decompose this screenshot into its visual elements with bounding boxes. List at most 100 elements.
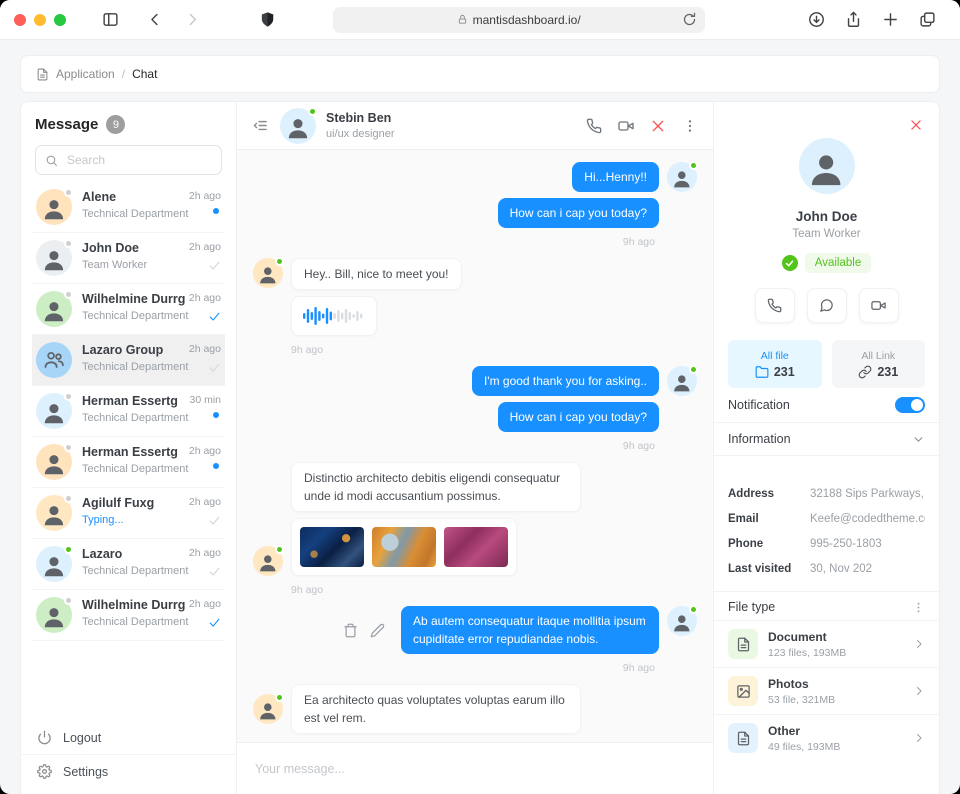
message-bubble: Hi...Henny!! [572,162,659,192]
contact-time: 30 min [189,394,221,406]
browser-window: mantisdashboard.io/ Application / Chat M… [0,0,960,794]
photos-file-icon [728,676,758,706]
video-call-icon[interactable] [618,118,634,134]
detail-value: 32188 Sips Parkways, U.S [810,488,925,500]
sidebar-toggle-icon[interactable] [102,11,119,28]
zoom-window-button[interactable] [54,14,66,26]
breadcrumb-section[interactable]: Application [56,67,115,81]
file-type-menu-icon[interactable] [912,601,925,614]
shared-image[interactable] [372,527,436,567]
contact-row-wilhelmine-durrg-2[interactable]: Wilhelmine Durrg Technical Department 2h… [32,590,225,641]
more-options-icon[interactable] [682,118,698,134]
file-type-document[interactable]: Document 123 files, 193MB [714,620,939,667]
message-button[interactable] [807,288,847,323]
document-icon [36,68,49,81]
contact-role: Technical Department [82,616,179,628]
contact-row-lazaro[interactable]: Lazaro Technical Department 2h ago [32,539,225,590]
all-files-card[interactable]: All file 231 [728,340,822,388]
shared-image[interactable] [444,527,508,567]
contact-time: 2h ago [189,598,221,610]
unread-dot [213,412,219,418]
shared-image[interactable] [300,527,364,567]
close-chat-icon[interactable] [650,118,666,134]
contact-row-agilulf-fuxg[interactable]: Agilulf Fuxg Typing... 2h ago [32,488,225,539]
contact-row-wilhelmine-durrg[interactable]: Wilhelmine Durrg Technical Department 2h… [32,284,225,335]
logout-label: Logout [63,731,101,745]
own-avatar [667,606,697,636]
file-type-photos[interactable]: Photos 53 file, 321MB [714,667,939,714]
close-window-button[interactable] [14,14,26,26]
contact-row-lazaro-group[interactable]: Lazaro Group Technical Department 2h ago [32,335,225,386]
media-summary-cards: All file 231 All Link 231 [728,340,925,388]
close-profile-icon[interactable] [909,118,923,132]
address-bar[interactable]: mantisdashboard.io/ [333,7,705,33]
sent-check-icon [208,565,221,578]
avatar [36,495,72,531]
own-avatar [667,162,697,192]
new-tab-icon[interactable] [882,11,899,28]
delete-message-icon[interactable] [343,623,358,638]
peer-role: ui/ux designer [326,128,395,140]
detail-label: Last visited [728,563,810,575]
detail-label: Phone [728,538,810,550]
notification-toggle[interactable] [895,397,925,413]
avatar [36,291,72,327]
minimize-window-button[interactable] [34,14,46,26]
forward-icon[interactable] [184,11,201,28]
contact-row-alene[interactable]: Alene Technical Department 2h ago [32,182,225,233]
file-type-meta: 49 files, 193MB [768,741,903,753]
peer-avatar [253,694,283,724]
notification-label: Notification [728,398,790,412]
logout-button[interactable]: Logout [21,721,236,754]
contact-name: Lazaro [82,547,179,561]
all-links-label: All Link [861,350,895,362]
read-check-icon [208,616,221,629]
all-links-card[interactable]: All Link 231 [832,340,926,388]
contact-list: Alene Technical Department 2h ago John D… [21,182,236,717]
sent-check-icon [208,361,221,374]
contact-row-herman-essertg-1[interactable]: Herman Essertg Technical Department 30 m… [32,386,225,437]
search-input[interactable] [65,152,212,168]
file-type-other[interactable]: Other 49 files, 193MB [714,714,939,761]
downloads-icon[interactable] [808,11,825,28]
avatar [36,444,72,480]
contact-name: Herman Essertg [82,445,179,459]
contact-role: Technical Department [82,208,179,220]
message-input-bar [237,742,713,794]
message-outgoing: How can i cap you today? [253,198,697,228]
sidebar-title: Message [35,116,98,133]
contact-role: Team Worker [82,259,179,271]
all-links-count: 231 [877,365,898,379]
conversation-list-icon[interactable] [252,117,269,134]
call-button[interactable] [755,288,795,323]
logout-icon [37,730,52,745]
document-file-icon [728,629,758,659]
chat-header-actions [586,118,698,134]
contact-time: 2h ago [189,496,221,508]
share-icon[interactable] [845,11,862,28]
edit-message-icon[interactable] [370,623,385,638]
contact-name: Wilhelmine Durrg [82,598,179,612]
message-actions [343,623,385,638]
chevron-right-icon [913,638,925,650]
phone-call-icon[interactable] [586,118,602,134]
contact-role: Technical Department [82,565,179,577]
audio-message-bubble[interactable] [291,296,377,336]
sent-check-icon [208,259,221,272]
settings-button[interactable]: Settings [21,754,236,788]
waveform-icon [303,306,365,326]
shield-icon[interactable] [259,11,276,28]
contact-row-john-doe[interactable]: John Doe Team Worker 2h ago [32,233,225,284]
page-body: Application / Chat Message 9 Ale [0,55,960,794]
contact-row-herman-essertg-2[interactable]: Herman Essertg Technical Department 2h a… [32,437,225,488]
message-input[interactable] [253,761,697,777]
reload-icon[interactable] [682,12,697,27]
message-outgoing: How can i cap you today? [253,402,697,432]
chevron-right-icon [913,685,925,697]
message-timestamp: 9h ago [291,584,697,596]
video-button[interactable] [859,288,899,323]
peer-avatar [280,108,316,144]
back-icon[interactable] [147,11,164,28]
tabs-overview-icon[interactable] [919,11,936,28]
information-row[interactable]: Information [714,423,939,456]
